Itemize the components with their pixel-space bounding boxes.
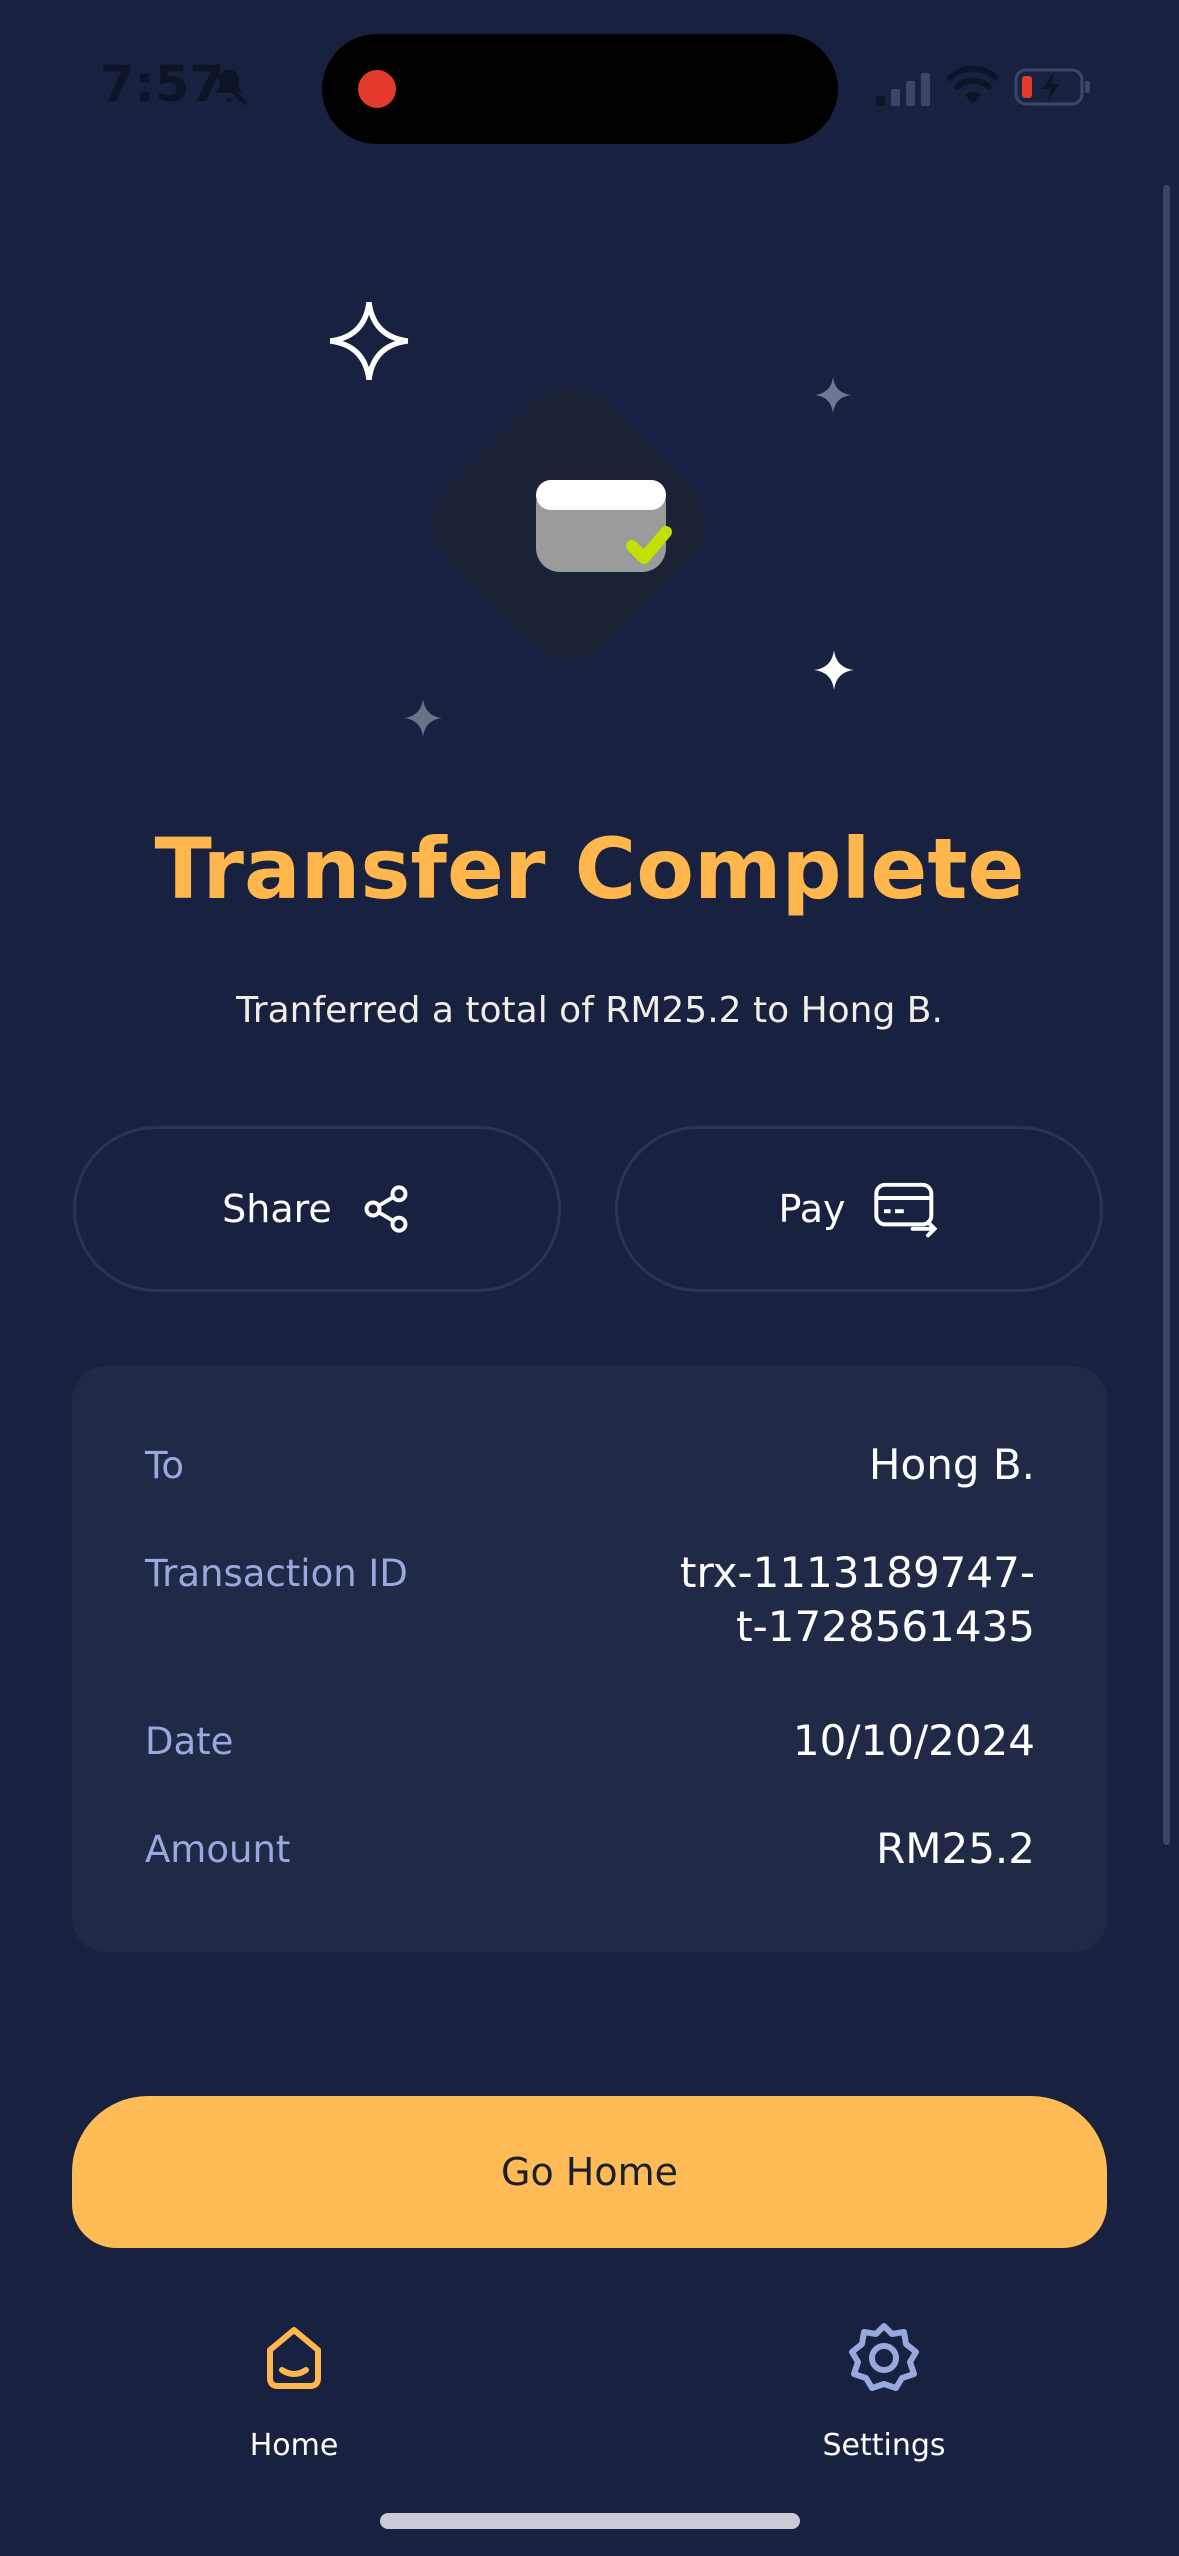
sparkle-icon (814, 650, 854, 690)
share-button[interactable]: Share (73, 1126, 561, 1292)
pay-button[interactable]: Pay (615, 1126, 1103, 1292)
wifi-icon (947, 66, 999, 104)
sparkle-icon (815, 377, 851, 413)
transfer-summary: Tranferred a total of RM25.2 to Hong B. (236, 990, 943, 1031)
date-value: 10/10/2024 (792, 1716, 1035, 1765)
battery-charging-icon (1014, 68, 1090, 106)
nav-label-settings: Settings (822, 2428, 946, 2463)
card-transfer-icon (874, 1182, 938, 1238)
pay-label: Pay (778, 1187, 846, 1231)
bell-muted-icon (210, 68, 248, 106)
page-title: Transfer Complete (154, 820, 1025, 918)
home-icon (267, 2327, 321, 2389)
sparkle-icon (329, 301, 409, 381)
date-label: Date (145, 1720, 234, 1763)
signal-icon (876, 73, 930, 106)
home-indicator (380, 2513, 800, 2529)
transfer-illustration (300, 280, 860, 760)
gear-icon (849, 2323, 919, 2391)
dynamic-island (322, 34, 838, 144)
go-home-button[interactable]: Go Home (72, 2096, 1107, 2248)
transaction-id-value-line1: trx-1113189747- (680, 1548, 1035, 1597)
transaction-id-value-line2: t-1728561435 (736, 1602, 1035, 1651)
share-label: Share (222, 1187, 332, 1231)
nav-label-home: Home (249, 2428, 339, 2463)
go-home-label: Go Home (501, 2150, 678, 2194)
status-bar: 7:57 (0, 0, 1179, 175)
transaction-details-card: To Hong B. Transaction ID trx-1113189747… (72, 1366, 1107, 1952)
share-icon (364, 1185, 408, 1233)
amount-label: Amount (145, 1828, 291, 1871)
to-value: Hong B. (868, 1440, 1035, 1489)
recording-indicator (358, 70, 396, 108)
card-check-icon (536, 480, 672, 572)
to-label: To (145, 1444, 184, 1487)
amount-value: RM25.2 (876, 1824, 1035, 1873)
sparkle-icon (404, 699, 442, 737)
nav-item-settings[interactable]: Settings (764, 2318, 1004, 2468)
transaction-id-label: Transaction ID (145, 1552, 408, 1595)
nav-item-home[interactable]: Home (174, 2318, 414, 2468)
